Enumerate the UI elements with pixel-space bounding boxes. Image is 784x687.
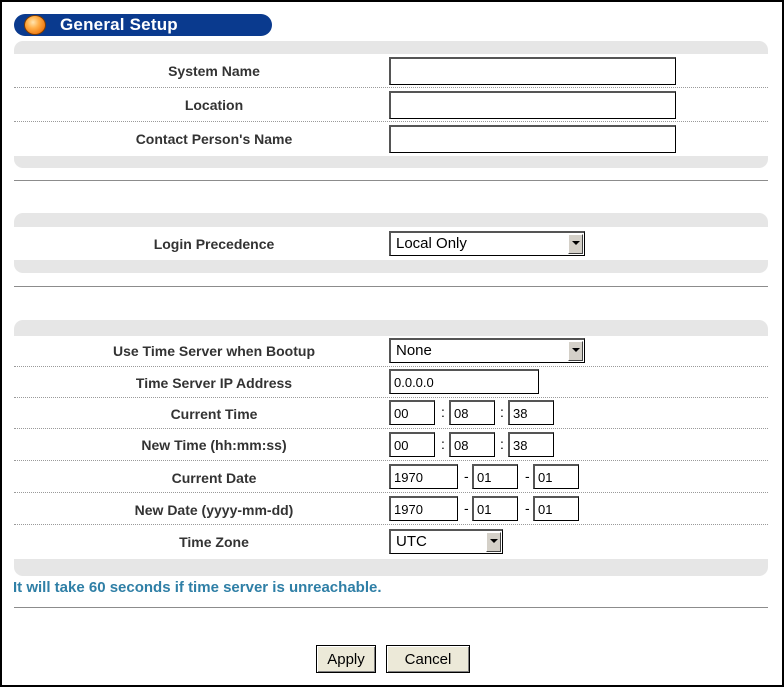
login-precedence-select[interactable]: Local Only [389, 231, 585, 256]
time-server-warning: It will take 60 seconds if time server i… [13, 579, 382, 596]
current-date-row: Current Date - - [14, 461, 768, 493]
new-date-day-input[interactable] [533, 496, 579, 521]
cancel-button[interactable]: Cancel [386, 645, 470, 673]
time-server-value: None [396, 342, 432, 359]
location-row: Location [14, 88, 768, 122]
current-time-label: Current Time [170, 406, 258, 422]
current-date-label: Current Date [171, 470, 257, 486]
new-time-hours-input[interactable] [389, 432, 435, 457]
page-frame: General Setup System Name Location Conta… [0, 0, 784, 687]
time-zone-select[interactable]: UTC [389, 529, 503, 554]
time-separator: : [500, 404, 504, 420]
login-precedence-value: Local Only [396, 235, 467, 252]
time-server-label: Use Time Server when Bootup [112, 343, 315, 359]
date-separator: - [525, 500, 530, 516]
time-server-select[interactable]: None [389, 338, 585, 363]
location-input[interactable] [389, 91, 676, 119]
time-zone-row: Time Zone UTC [14, 525, 768, 559]
time-zone-value: UTC [396, 533, 427, 550]
time-server-ip-row: Time Server IP Address [14, 367, 768, 398]
current-time-row: Current Time : : [14, 398, 768, 429]
time-server-ip-label: Time Server IP Address [135, 375, 293, 391]
chevron-down-icon[interactable] [486, 532, 501, 552]
new-time-minutes-input[interactable] [449, 432, 495, 457]
new-time-label: New Time (hh:mm:ss) [141, 437, 287, 453]
chevron-down-icon[interactable] [568, 234, 583, 254]
divider-1 [14, 180, 768, 181]
current-time-minutes-input[interactable] [449, 400, 495, 425]
date-separator: - [525, 468, 530, 484]
current-date-year-input[interactable] [389, 464, 458, 489]
new-date-label: New Date (yyyy-mm-dd) [134, 502, 294, 518]
time-zone-label: Time Zone [179, 534, 249, 550]
contact-person-row: Contact Person's Name [14, 122, 768, 156]
new-date-month-input[interactable] [472, 496, 518, 521]
time-server-ip-input[interactable] [389, 369, 539, 394]
current-time-hours-input[interactable] [389, 400, 435, 425]
orange-orb-icon [24, 15, 46, 35]
current-time-seconds-input[interactable] [508, 400, 554, 425]
system-name-row: System Name [14, 54, 768, 88]
new-date-year-input[interactable] [389, 496, 458, 521]
new-time-seconds-input[interactable] [508, 432, 554, 457]
section-title-pill: General Setup [14, 14, 272, 36]
time-separator: : [441, 404, 445, 420]
time-separator: : [441, 436, 445, 452]
new-date-row: New Date (yyyy-mm-dd) - - [14, 493, 768, 525]
time-separator: : [500, 436, 504, 452]
login-precedence-label: Login Precedence [153, 236, 275, 252]
new-time-row: New Time (hh:mm:ss) : : [14, 429, 768, 461]
system-name-label: System Name [168, 63, 260, 79]
chevron-down-icon[interactable] [568, 341, 583, 361]
page-title: General Setup [60, 15, 178, 34]
current-date-day-input[interactable] [533, 464, 579, 489]
date-separator: - [464, 468, 469, 484]
contact-person-input[interactable] [389, 125, 676, 153]
time-server-row: Use Time Server when Bootup None [14, 336, 768, 367]
current-date-month-input[interactable] [472, 464, 518, 489]
login-precedence-row: Login Precedence Local Only [14, 227, 768, 260]
divider-3 [14, 607, 768, 608]
contact-person-label: Contact Person's Name [135, 131, 293, 147]
system-name-input[interactable] [389, 57, 676, 85]
location-label: Location [184, 97, 244, 113]
divider-2 [14, 286, 768, 287]
apply-button[interactable]: Apply [316, 645, 376, 673]
date-separator: - [464, 500, 469, 516]
